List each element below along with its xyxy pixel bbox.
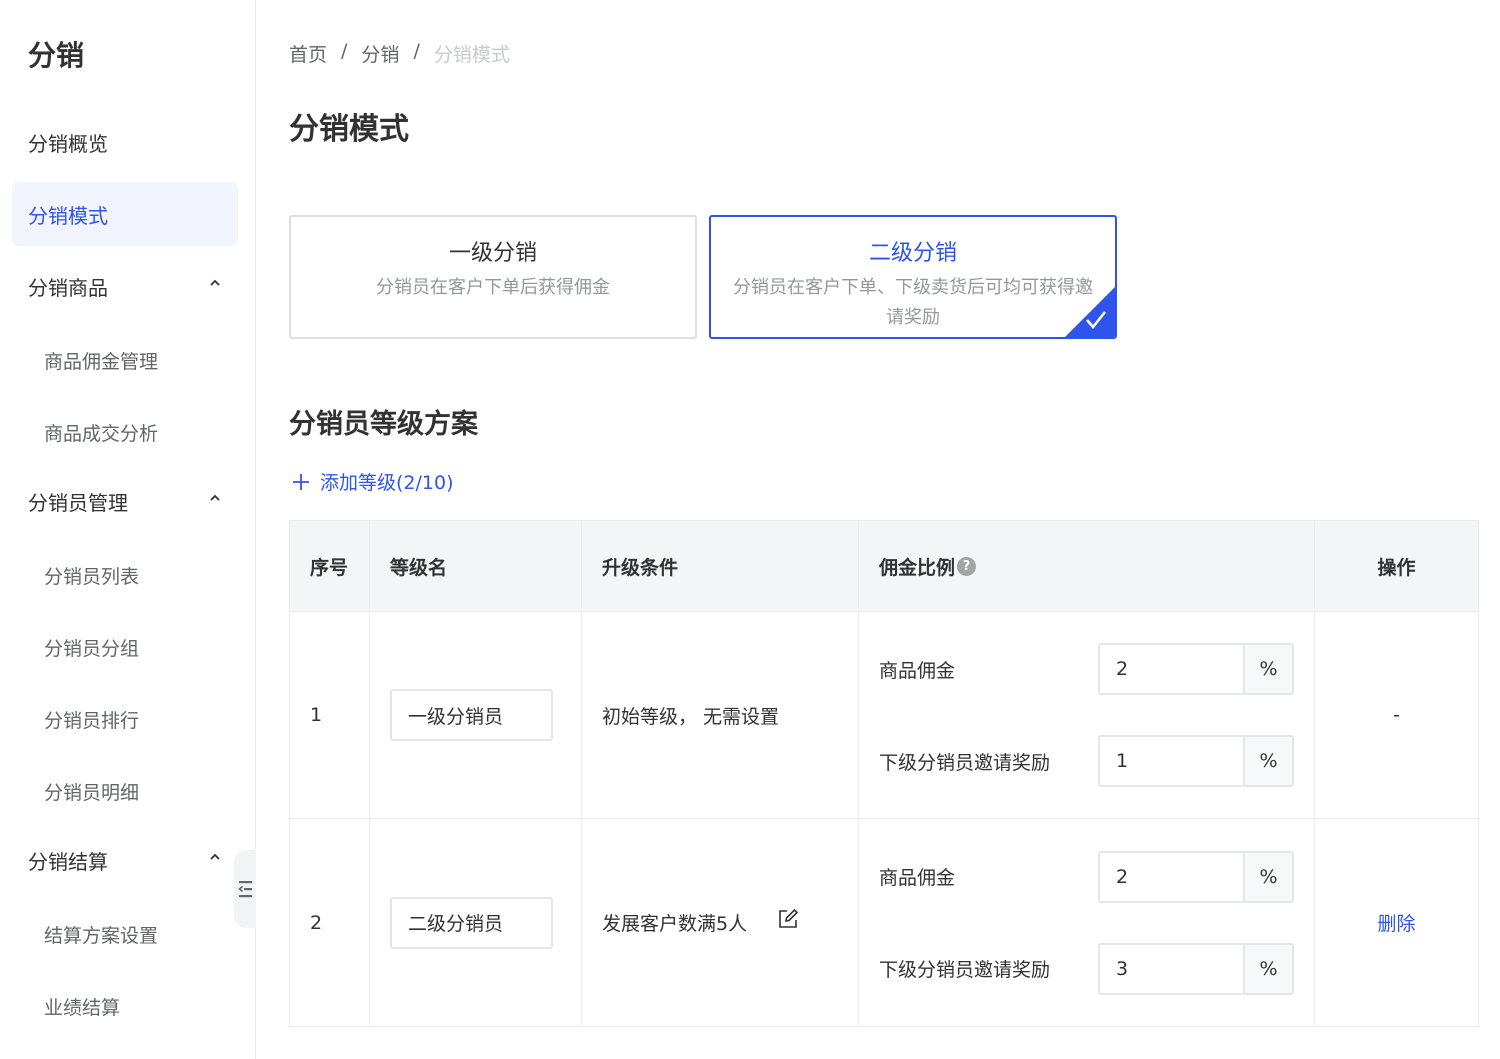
sidebar-group-settlement[interactable]: 分销结算 [12,828,238,892]
goods-commission-input[interactable] [1100,852,1243,901]
commission-row-invite: 下级分销员邀请奖励 % [879,942,1294,995]
invite-reward-label: 下级分销员邀请奖励 [879,751,1051,774]
sidebar-item-distributor-group[interactable]: 分销员分组 [12,619,238,675]
sidebar-group-label: 分销员管理 [28,490,128,515]
selected-check-icon [1065,287,1115,337]
percent-suffix: % [1243,645,1292,693]
mode-card-level2[interactable]: 二级分销 分销员在客户下单、下级卖货后可均可获得邀请奖励 [709,215,1117,339]
add-level-button[interactable]: 添加等级(2/10) [292,468,454,495]
breadcrumb: 首页 / 分销 / 分销模式 [289,40,510,67]
sidebar-item-settlement-plan[interactable]: 结算方案设置 [12,906,238,962]
sidebar-item-mode[interactable]: 分销模式 [12,182,238,246]
cell-index: 1 [290,612,370,818]
invite-reward-label: 下级分销员邀请奖励 [879,959,1051,981]
percent-suffix: % [1243,852,1292,901]
sidebar-item-performance-settle[interactable]: 业绩结算 [12,978,238,1034]
cell-action: - [1393,704,1400,726]
percent-suffix: % [1243,737,1292,785]
sidebar-item-goods-analysis[interactable]: 商品成交分析 [12,404,238,460]
goods-commission-label: 商品佣金 [879,867,956,889]
section-title: 分销员等级方案 [289,409,478,440]
sidebar-item-goods-commission[interactable]: 商品佣金管理 [12,332,238,388]
edit-icon[interactable] [777,908,799,930]
header-name: 等级名 [370,521,582,611]
sidebar-group-goods[interactable]: 分销商品 [12,254,238,318]
table-row: 1 初始等级， 无需设置 商品佣金 % 下级分销员邀请奖励 [290,612,1478,819]
invite-reward-field: % [1098,942,1294,995]
goods-commission-field: % [1098,850,1294,903]
invite-reward-input[interactable] [1100,737,1243,785]
invite-reward-input[interactable] [1100,944,1243,993]
cell-condition: 初始等级， 无需设置 [582,612,859,818]
sidebar-group-distributor[interactable]: 分销员管理 [12,469,238,533]
mode-card-desc: 分销员在客户下单后获得佣金 [376,277,610,298]
sidebar-item-distributor-rank[interactable]: 分销员排行 [12,691,238,747]
level-name-input[interactable] [390,689,553,741]
goods-commission-input[interactable] [1100,645,1243,693]
level-name-input[interactable] [390,896,553,949]
sidebar: 分销 分销概览 分销模式 分销商品 商品佣金管理 商品成交分析 分销员管理 分销… [0,0,256,1059]
add-level-label: 添加等级(2/10) [320,472,454,494]
sidebar-group-label: 分销商品 [28,275,108,300]
mode-card-title: 一级分销 [448,241,537,266]
help-icon[interactable]: ? [957,556,977,576]
breadcrumb-current: 分销模式 [433,44,510,66]
sidebar-item-distributor-detail[interactable]: 分销员明细 [12,763,238,819]
cell-condition: 发展客户数满5人 [582,819,859,1026]
commission-block: 商品佣金 % 下级分销员邀请奖励 % [879,850,1314,995]
breadcrumb-separator: / [341,40,348,62]
header-action: 操作 [1377,556,1416,579]
cell-commission: 商品佣金 % 下级分销员邀请奖励 % [859,612,1315,818]
mode-card-level1[interactable]: 一级分销 分销员在客户下单后获得佣金 [289,215,697,339]
breadcrumb-distribution[interactable]: 分销 [361,40,399,67]
header-index: 序号 [290,521,370,611]
breadcrumb-separator: / [413,40,420,62]
header-commission: 佣金比例 ? [859,521,1315,611]
mode-card-title: 二级分销 [868,241,957,266]
cell-name [370,819,582,1026]
sidebar-collapse-button[interactable] [234,850,256,928]
mode-card-desc: 分销员在客户下单、下级卖货后可均可获得邀请奖励 [733,277,1093,328]
chevron-up-icon [210,279,220,286]
breadcrumb-home[interactable]: 首页 [289,40,327,67]
delete-button[interactable]: 删除 [1377,909,1415,936]
collapse-menu-icon [238,881,252,898]
chevron-up-icon [210,494,220,501]
app-root: 分销 分销概览 分销模式 分销商品 商品佣金管理 商品成交分析 分销员管理 分销… [0,0,1500,1059]
invite-reward-field: % [1098,735,1294,787]
page-title: 分销模式 [289,112,409,147]
chevron-up-icon [210,853,220,860]
commission-row-goods: 商品佣金 % [879,643,1294,695]
cell-index: 2 [290,819,370,1026]
plus-icon [293,473,309,490]
goods-commission-label: 商品佣金 [879,659,956,682]
header-condition: 升级条件 [582,521,859,611]
sidebar-item-overview[interactable]: 分销概览 [12,110,238,174]
level-table: 序号 等级名 升级条件 佣金比例 ? 操作 1 初始等级， 无需设置 商品佣金 [289,520,1479,1027]
cell-name [370,612,582,818]
table-row: 2 发展客户数满5人 商品佣金 % [290,819,1478,1026]
header-commission-label: 佣金比例 [879,556,956,579]
commission-row-goods: 商品佣金 % [879,850,1294,903]
goods-commission-field: % [1098,643,1294,695]
condition-text: 发展客户数满5人 [602,913,748,935]
sidebar-group-label: 分销结算 [28,849,108,874]
percent-suffix: % [1243,944,1292,993]
sidebar-title: 分销 [28,39,85,72]
commission-row-invite: 下级分销员邀请奖励 % [879,735,1294,787]
commission-block: 商品佣金 % 下级分销员邀请奖励 % [879,643,1314,787]
cell-action: 删除 [1315,819,1478,1026]
sidebar-item-distributor-list[interactable]: 分销员列表 [12,547,238,603]
table-header: 序号 等级名 升级条件 佣金比例 ? 操作 [290,521,1478,612]
cell-commission: 商品佣金 % 下级分销员邀请奖励 % [859,819,1315,1026]
